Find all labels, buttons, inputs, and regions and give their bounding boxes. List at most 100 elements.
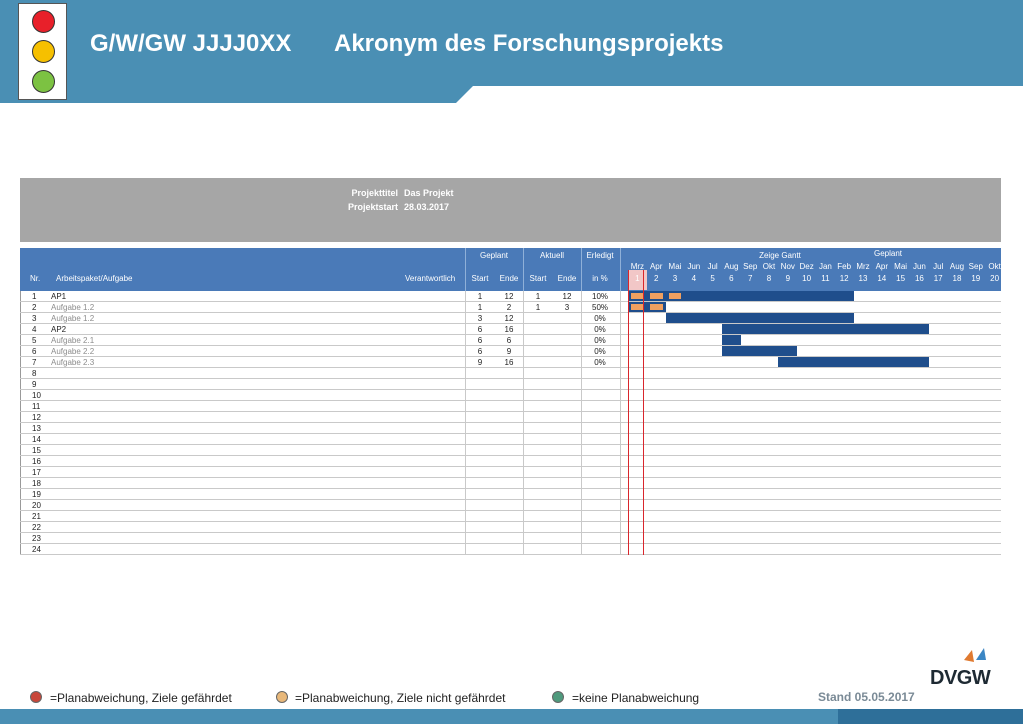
period-number: 18	[952, 274, 962, 283]
month-header: Sep	[743, 262, 758, 271]
table-row[interactable]: 20	[20, 500, 1001, 511]
gantt-planned-bar[interactable]	[722, 335, 741, 345]
table-row[interactable]: 23	[20, 533, 1001, 544]
task-name: Aufgabe 2.2	[51, 347, 95, 356]
row-number: 8	[32, 369, 37, 378]
table-row[interactable]: 19	[20, 489, 1001, 500]
row-number: 12	[32, 413, 41, 422]
planned-start: 1	[477, 303, 483, 312]
month-header: Sep	[968, 262, 983, 271]
header-divider	[581, 248, 582, 291]
table-header: Geplant Aktuell Erledigt Zeige Gantt Gep…	[20, 248, 1001, 291]
table-row[interactable]: 3 Aufgabe 1.2 3 12 0%	[20, 313, 1001, 324]
table-row[interactable]: 16	[20, 456, 1001, 467]
row-number: 17	[32, 468, 41, 477]
month-header: Aug	[724, 262, 739, 271]
table-row[interactable]: 15	[20, 445, 1001, 456]
pct-header: in %	[592, 274, 608, 283]
percent-done: 0%	[594, 347, 606, 356]
row-number: 13	[32, 424, 41, 433]
period-number: 5	[710, 274, 715, 283]
period-number: 15	[896, 274, 906, 283]
period-number: 6	[729, 274, 734, 283]
gantt-planned-bar[interactable]	[722, 324, 929, 334]
month-header: Dez	[799, 262, 814, 271]
period-number: 9	[785, 274, 791, 283]
show-gantt-toggle[interactable]: Zeige Gantt	[759, 251, 801, 260]
gantt-actual-marker	[649, 304, 663, 310]
row-number: 21	[32, 512, 41, 521]
today-marker-line	[628, 270, 629, 555]
project-title-value[interactable]: Das Projekt	[404, 188, 454, 198]
table-row[interactable]: 11	[20, 401, 1001, 412]
table-row[interactable]: 10	[20, 390, 1001, 401]
actual-end: 12	[562, 292, 572, 301]
month-header: Mai	[668, 262, 682, 271]
table-row[interactable]: 5 Aufgabe 2.1 6 6 0%	[20, 335, 1001, 346]
table-row[interactable]: 8	[20, 368, 1001, 379]
table-row[interactable]: 12	[20, 412, 1001, 423]
planned-start-header: Start	[471, 274, 489, 283]
month-header: Apr	[875, 262, 889, 271]
row-number: 1	[32, 292, 37, 301]
task-name: AP2	[51, 325, 67, 334]
period-number: 13	[858, 274, 868, 283]
table-row[interactable]: 24	[20, 544, 1001, 555]
table-row[interactable]: 14	[20, 434, 1001, 445]
table-row[interactable]: 21	[20, 511, 1001, 522]
project-info-band: Projekttitel Das Projekt Projektstart 28…	[20, 178, 1001, 242]
table-row[interactable]: 13	[20, 423, 1001, 434]
percent-done: 0%	[594, 336, 606, 345]
legend-yellow-text: =Planabweichung, Ziele nicht gefährdet	[295, 691, 506, 705]
traffic-light-yellow-icon	[32, 40, 55, 63]
row-number: 7	[32, 358, 37, 367]
planned-end: 16	[504, 325, 514, 334]
gantt-planned-bar[interactable]	[778, 357, 929, 367]
header-divider	[465, 248, 466, 291]
table-row[interactable]: 17	[20, 467, 1001, 478]
percent-done: 0%	[594, 314, 606, 323]
row-number: 15	[32, 446, 41, 455]
planned-start: 6	[477, 347, 483, 356]
row-number: 11	[32, 402, 41, 411]
project-code: G/W/GW JJJJ0XX	[90, 30, 292, 57]
planned-end: 16	[504, 358, 514, 367]
legend-red-text: =Planabweichung, Ziele gefährdet	[50, 691, 232, 705]
table-row[interactable]: 22	[20, 522, 1001, 533]
gantt-planned-label: Geplant	[873, 249, 903, 258]
period-number: 7	[747, 274, 753, 283]
task-header: Arbeitspaket/Aufgabe	[56, 274, 133, 283]
gantt-planned-bar[interactable]	[665, 313, 854, 323]
row-number: 24	[32, 545, 41, 554]
row-number: 19	[32, 490, 41, 499]
project-start-value[interactable]: 28.03.2017	[404, 202, 449, 212]
task-name: AP1	[51, 292, 67, 301]
period-number: 3	[672, 274, 678, 283]
owner-header: Verantwortlich	[405, 274, 456, 283]
table-row[interactable]: 6 Aufgabe 2.2 6 9 0%	[20, 346, 1001, 357]
planned-end: 2	[506, 303, 512, 312]
header-notch	[455, 86, 1023, 104]
legend-red-icon	[30, 691, 42, 703]
legend-green-icon	[552, 691, 564, 703]
month-header: Mai	[894, 262, 908, 271]
legend-yellow-icon	[276, 691, 288, 703]
actual-start: 1	[535, 303, 541, 312]
month-header: Aug	[949, 262, 965, 271]
gantt-actual-marker	[649, 293, 663, 299]
month-header: Mrz	[856, 262, 870, 271]
planned-start: 6	[477, 336, 483, 345]
table-row[interactable]: 9	[20, 379, 1001, 390]
footer-accent	[838, 709, 1023, 724]
actual-end: 3	[564, 303, 570, 312]
planned-end: 12	[504, 314, 514, 323]
period-number: 2	[653, 274, 659, 283]
table-row[interactable]: 2 Aufgabe 1.2 1 2 1 3 50%	[20, 302, 1001, 313]
row-number: 3	[32, 314, 37, 323]
gantt-planned-bar[interactable]	[722, 346, 798, 356]
month-header: Okt	[988, 262, 1001, 271]
month-header: Jun	[912, 262, 926, 271]
table-row[interactable]: 1 AP1 1 12 1 12 10%	[20, 291, 1001, 302]
table-row[interactable]: 18	[20, 478, 1001, 489]
actual-start-header: Start	[529, 274, 547, 283]
